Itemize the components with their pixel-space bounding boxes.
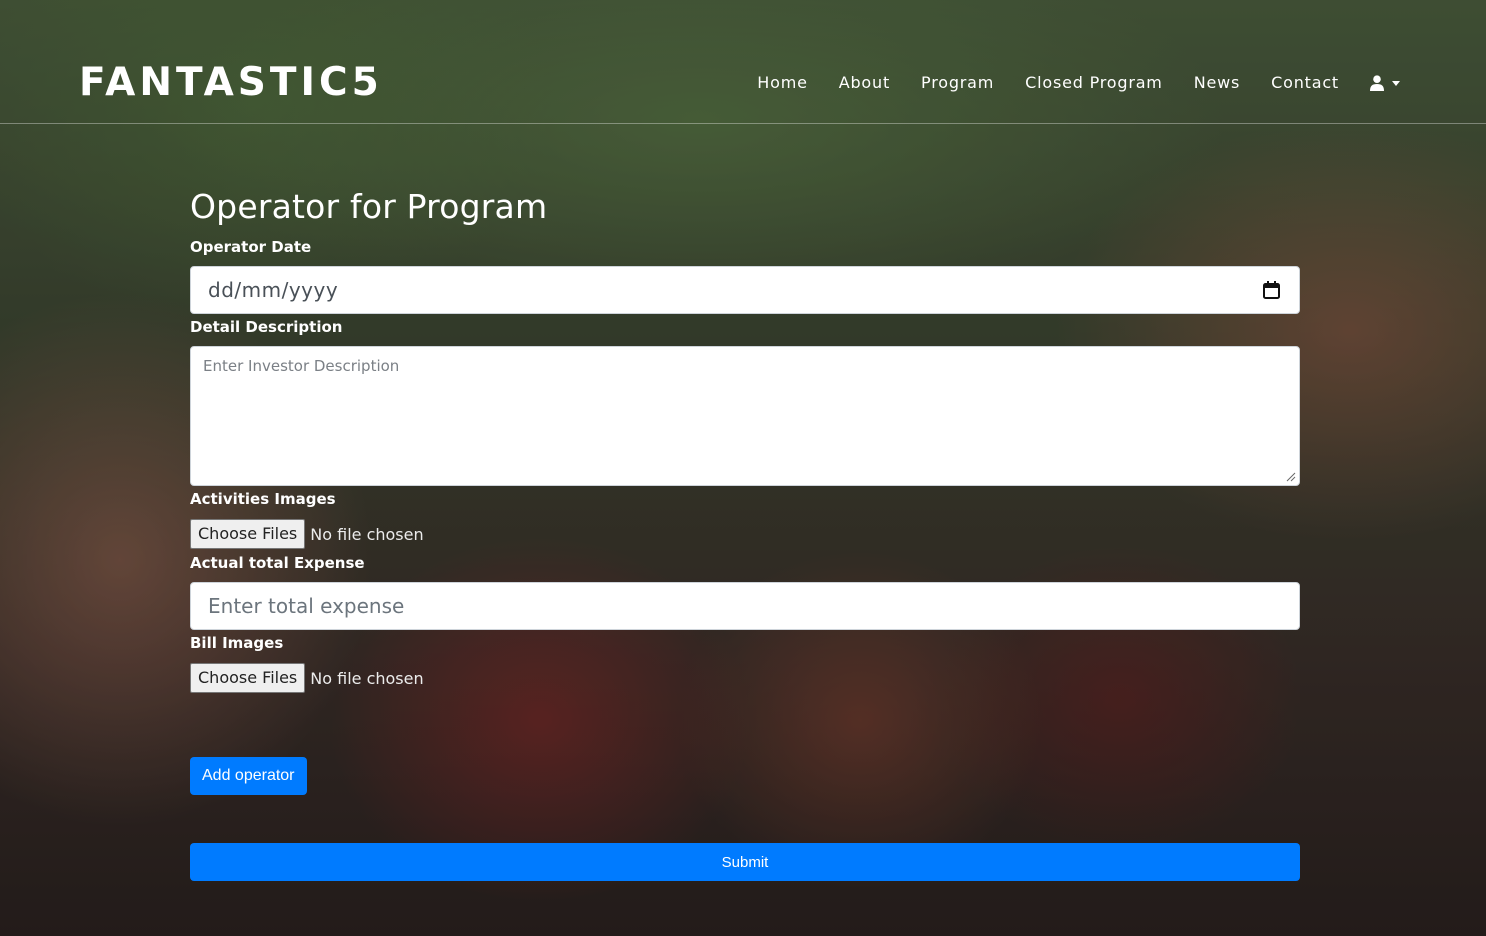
detail-description-label: Detail Description [190,318,343,336]
nav-program[interactable]: Program [921,68,994,98]
bill-images-file-input: Choose Files No file chosen [190,663,424,693]
bill-images-label: Bill Images [190,634,284,652]
user-icon [1370,75,1384,91]
detail-description-textarea[interactable]: Enter Investor Description [190,346,1300,486]
description-placeholder: Enter Investor Description [203,357,400,375]
brand-logo[interactable]: FANTASTIC5 [79,60,383,106]
nav-contact[interactable]: Contact [1271,68,1339,98]
resize-handle-icon[interactable] [1286,472,1296,482]
bill-file-status: No file chosen [310,668,424,688]
activities-choose-files-button[interactable]: Choose Files [190,519,306,549]
total-expense-input[interactable]: Enter total expense [190,582,1300,630]
add-operator-button[interactable]: Add operator [190,757,307,795]
operator-date-label: Operator Date [190,238,312,256]
operator-date-input[interactable]: dd/mm/yyyy [190,266,1300,314]
submit-button[interactable]: Submit [190,843,1300,881]
date-placeholder: dd/mm/yyyy [208,278,339,302]
user-dropdown[interactable] [1370,75,1400,91]
nav-menu: Home About Program Closed Program News C… [726,68,1400,98]
activities-images-file-input: Choose Files No file chosen [190,519,424,549]
navbar: FANTASTIC5 Home About Program Closed Pro… [0,0,1486,124]
activities-images-label: Activities Images [190,490,336,508]
bill-choose-files-button[interactable]: Choose Files [190,663,306,693]
nav-about[interactable]: About [839,68,890,98]
chevron-down-icon [1392,80,1400,86]
activities-file-status: No file chosen [310,524,424,544]
page-title: Operator for Program [190,187,548,226]
expense-placeholder: Enter total expense [208,594,405,618]
calendar-icon[interactable] [1263,281,1280,299]
actual-total-expense-label: Actual total Expense [190,554,365,572]
nav-home[interactable]: Home [757,68,807,98]
nav-closed-program[interactable]: Closed Program [1025,68,1163,98]
nav-news[interactable]: News [1194,68,1240,98]
operator-form: Operator for Program Operator Date dd/mm… [190,184,1300,881]
